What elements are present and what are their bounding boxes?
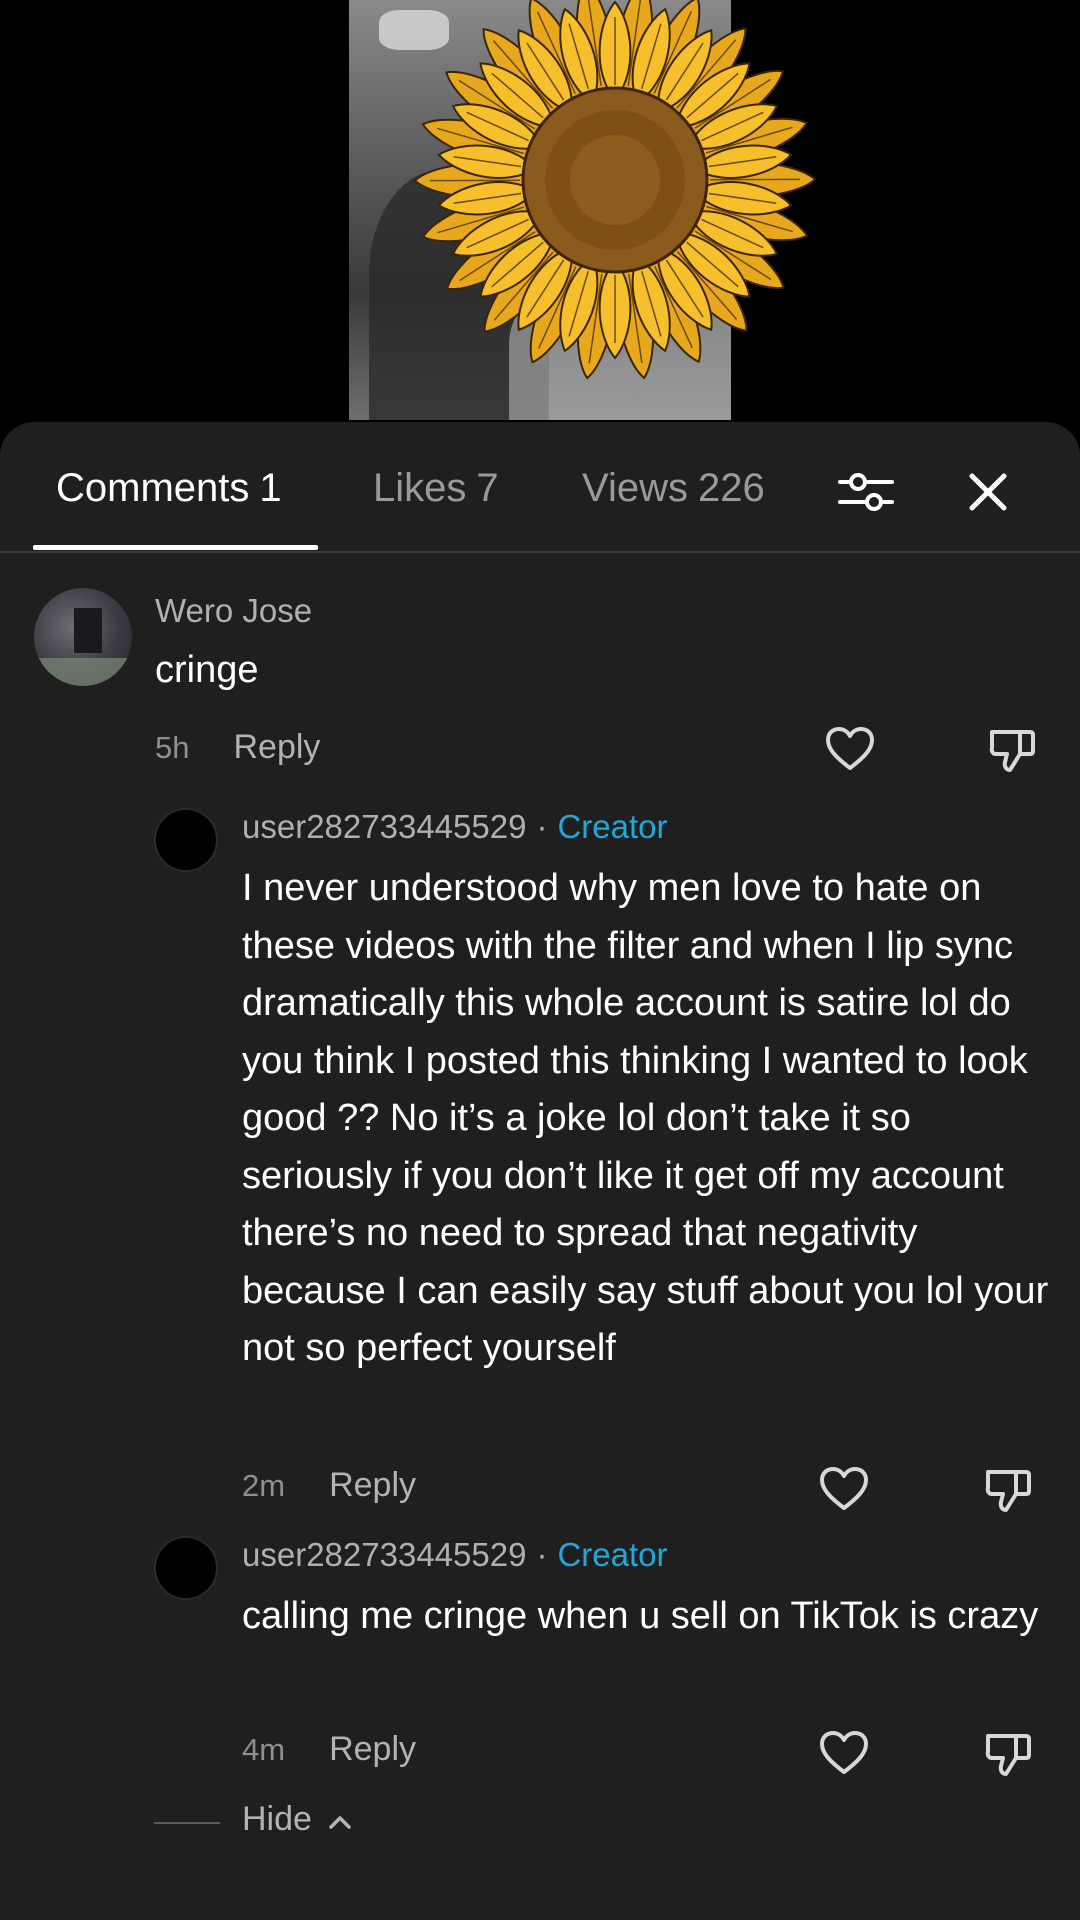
reply-button[interactable]: Reply: [329, 1730, 416, 1768]
filter-sliders-icon[interactable]: [836, 462, 896, 522]
tab-comments-count: 1: [259, 466, 282, 510]
tab-likes-count: 7: [476, 466, 499, 510]
reply-username-row: user282733445529 · Creator: [242, 808, 667, 846]
hide-label: Hide: [242, 1800, 312, 1838]
reply-time: 2m: [242, 1468, 286, 1503]
thumbs-down-icon[interactable]: [982, 1728, 1034, 1780]
reply-text: I never understood why men love to hate …: [242, 867, 1049, 1369]
thumbs-down-icon[interactable]: [982, 1464, 1034, 1516]
chevron-up-icon: [329, 1816, 351, 1829]
comment-username[interactable]: Wero Jose: [155, 592, 312, 630]
reply-username[interactable]: user282733445529: [242, 1536, 526, 1573]
separator: ·: [536, 808, 548, 845]
tab-likes[interactable]: Likes 7: [373, 466, 499, 511]
avatar-detail: [34, 658, 132, 686]
reply-text: calling me cringe when u sell on TikTok …: [242, 1595, 1039, 1637]
avatar-detail: [74, 608, 102, 653]
active-tab-indicator: [33, 545, 318, 550]
hide-divider: [154, 1822, 220, 1824]
separator: ·: [536, 1536, 548, 1573]
tab-likes-label: Likes: [373, 466, 467, 510]
tab-views-count: 226: [697, 466, 765, 510]
tab-comments-label: Comments: [56, 466, 250, 510]
avatar[interactable]: [154, 808, 218, 872]
reply-meta: 2m Reply: [242, 1466, 416, 1505]
comment-text: cringe: [155, 649, 259, 691]
comment-meta: 5h Reply: [155, 728, 320, 767]
reply-button[interactable]: Reply: [329, 1466, 416, 1504]
creator-badge: Creator: [557, 1536, 668, 1573]
tab-divider: [0, 551, 1080, 553]
tab-bar: Comments 1 Likes 7 Views 226: [0, 422, 1080, 553]
tab-views-label: Views: [582, 466, 688, 510]
sunflower-sticker: [413, 0, 817, 380]
heart-icon[interactable]: [824, 724, 876, 776]
creator-badge: Creator: [557, 808, 668, 845]
reply-button[interactable]: Reply: [233, 728, 320, 766]
avatar[interactable]: [34, 588, 132, 686]
reply-meta: 4m Reply: [242, 1730, 416, 1769]
reply-time: 4m: [242, 1732, 286, 1767]
reply-username-row: user282733445529 · Creator: [242, 1536, 667, 1574]
avatar[interactable]: [154, 1536, 218, 1600]
tab-views[interactable]: Views 226: [582, 466, 765, 511]
tab-comments[interactable]: Comments 1: [56, 466, 282, 511]
heart-icon[interactable]: [818, 1464, 870, 1516]
heart-icon[interactable]: [818, 1728, 870, 1780]
close-icon[interactable]: [960, 464, 1016, 520]
comment-time: 5h: [155, 730, 190, 765]
thumbs-down-icon[interactable]: [986, 724, 1038, 776]
reply-username[interactable]: user282733445529: [242, 808, 526, 845]
